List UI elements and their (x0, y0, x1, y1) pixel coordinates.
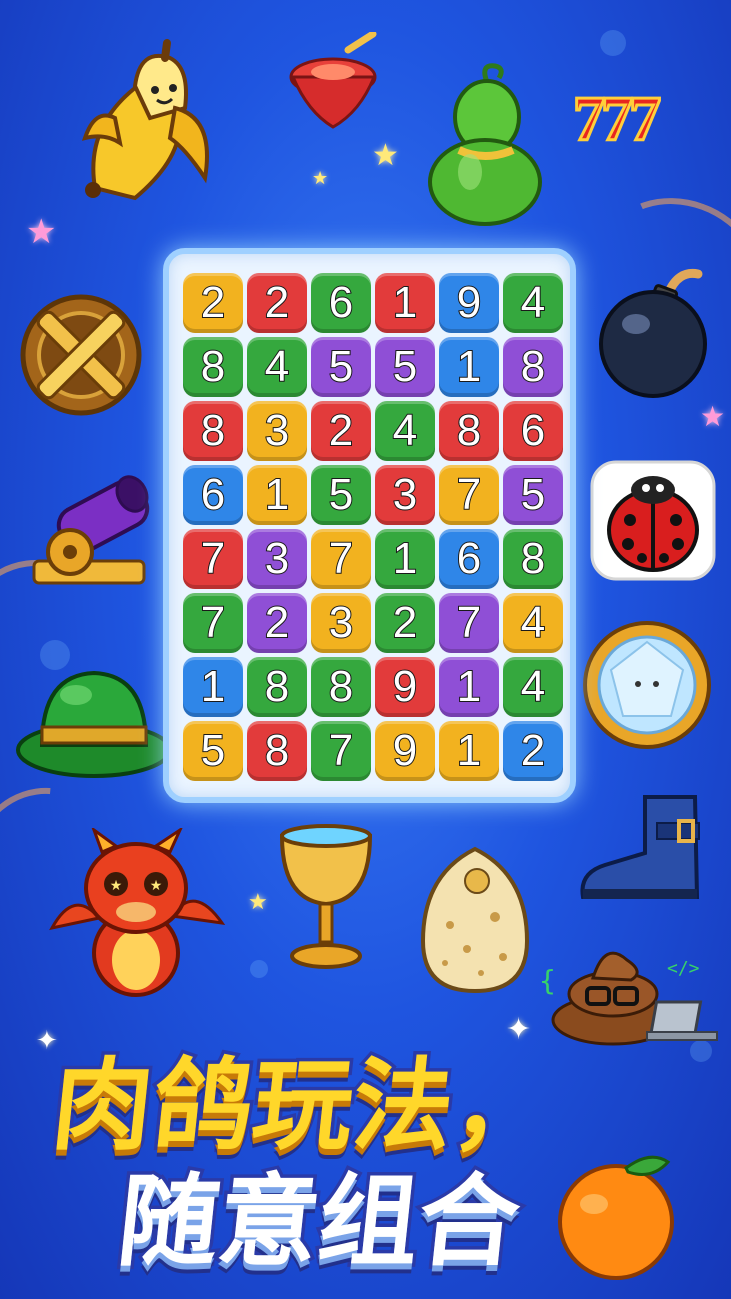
number-tile[interactable]: 7 (183, 593, 243, 653)
number-tile[interactable]: 1 (247, 465, 307, 525)
number-tile[interactable]: 4 (503, 657, 563, 717)
number-tile[interactable]: 2 (247, 593, 307, 653)
number-tile[interactable]: 8 (183, 401, 243, 461)
777-icon: 777 (572, 82, 663, 156)
spinning-top-icon (289, 32, 377, 129)
number-tile[interactable]: 5 (503, 465, 563, 525)
number-tile[interactable]: 2 (375, 593, 435, 653)
bokeh-dot (250, 960, 268, 978)
diamond-medallion-icon (583, 621, 711, 749)
svg-text:★: ★ (150, 878, 163, 894)
sparkle-star-icon: ★ (248, 890, 268, 915)
number-tile[interactable]: 3 (247, 529, 307, 589)
number-tile[interactable]: 5 (311, 465, 371, 525)
number-tile[interactable]: 8 (439, 401, 499, 461)
golden-chalice-icon (279, 824, 373, 969)
sparkle-star-icon: ★ (26, 212, 57, 252)
number-tile[interactable]: 2 (183, 273, 243, 333)
headline-line-2: 随意组合 (109, 1160, 528, 1284)
number-tile[interactable]: 1 (375, 529, 435, 589)
number-tile[interactable]: 9 (439, 273, 499, 333)
number-tile[interactable]: 4 (503, 593, 563, 653)
number-tile[interactable]: 8 (183, 337, 243, 397)
number-tile[interactable]: 1 (183, 657, 243, 717)
number-tile[interactable]: 5 (183, 721, 243, 781)
dragon-icon: ★ ★ (49, 828, 226, 997)
number-tile[interactable]: 2 (503, 721, 563, 781)
number-tile[interactable]: 1 (439, 721, 499, 781)
number-tile[interactable]: 9 (375, 657, 435, 717)
number-tile[interactable]: 8 (503, 337, 563, 397)
number-tile[interactable]: 6 (503, 401, 563, 461)
number-tile[interactable]: 7 (439, 465, 499, 525)
number-tile[interactable]: 8 (247, 721, 307, 781)
gourd-icon (428, 63, 542, 226)
number-tile[interactable]: 1 (439, 657, 499, 717)
number-tile[interactable]: 5 (311, 337, 371, 397)
number-tile[interactable]: 4 (247, 337, 307, 397)
number-tile[interactable]: 2 (311, 401, 371, 461)
sparkle-star-icon: ★ (372, 138, 399, 173)
banana-icon (81, 39, 209, 201)
number-board: 2261948455188324866153757371687232741889… (163, 248, 576, 803)
number-tile[interactable]: 8 (503, 529, 563, 589)
number-tile[interactable]: 2 (247, 273, 307, 333)
number-tile[interactable]: 3 (247, 401, 307, 461)
ladybug-icon (590, 460, 716, 581)
number-tile[interactable]: 5 (375, 337, 435, 397)
svg-text:</>: </> (667, 958, 700, 979)
number-tile[interactable]: 1 (439, 337, 499, 397)
bokeh-dot (600, 30, 626, 56)
number-tile[interactable]: 6 (183, 465, 243, 525)
number-tile[interactable]: 7 (439, 593, 499, 653)
number-tile[interactable]: 3 (311, 593, 371, 653)
green-hat-icon (16, 670, 172, 778)
number-tile[interactable]: 6 (311, 273, 371, 333)
number-tile[interactable]: 3 (375, 465, 435, 525)
bomb-icon (599, 268, 707, 398)
number-tile[interactable]: 8 (311, 657, 371, 717)
number-tile[interactable]: 7 (183, 529, 243, 589)
number-tile[interactable]: 9 (375, 721, 435, 781)
number-tile[interactable]: 7 (311, 721, 371, 781)
promo-headline: 肉鸽玩法， 随意组合 (0, 1010, 731, 1284)
spotted-egg-icon (420, 846, 530, 994)
number-tile[interactable]: 8 (247, 657, 307, 717)
number-tile[interactable]: 1 (375, 273, 435, 333)
number-grid: 2261948455188324866153757371687232741889… (181, 271, 565, 783)
crossed-swords-shield-icon (20, 294, 142, 416)
number-tile[interactable]: 7 (311, 529, 371, 589)
number-tile[interactable]: 4 (503, 273, 563, 333)
boot-icon (580, 795, 700, 899)
sparkle-star-icon: ★ (312, 168, 329, 189)
number-tile[interactable]: 6 (439, 529, 499, 589)
svg-text:★: ★ (110, 878, 123, 894)
number-tile[interactable]: 4 (375, 401, 435, 461)
svg-text:{: { (539, 964, 556, 997)
sparkle-star-icon: ★ (700, 400, 726, 433)
cannon-icon (32, 475, 150, 585)
game-screen: ★ ★ ★ ★ ★ ✦ ✦ 777 ★ ★ {</> 2 2 6 1 9 4 … (0, 0, 731, 1299)
